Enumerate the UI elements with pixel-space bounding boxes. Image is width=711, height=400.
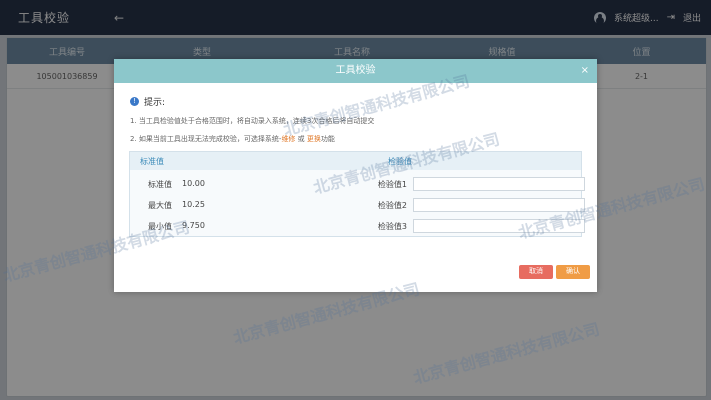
modal-title: 工具校验 [335, 65, 376, 76]
note-2: 2. 如果当前工具出现无法完成校验，可选择系统-维修 或 更换功能 [130, 134, 581, 144]
note-2-mid: 或 [295, 135, 307, 143]
notice-section: ! 提示: 1. 当工具检验值处于合格范围时，将自动录入系统，连续3次合格后将自… [114, 83, 597, 144]
check-input-3[interactable] [413, 219, 585, 233]
max-value: 10.25 [182, 200, 205, 209]
notice-heading: ! 提示: [130, 95, 581, 108]
min-value: 9.750 [182, 221, 205, 230]
replace-link[interactable]: 更换 [307, 135, 321, 143]
standard-header: 标准值 [140, 156, 164, 166]
check-row-1: 检验值1 [375, 177, 585, 191]
note-1: 1. 当工具检验值处于合格范围时，将自动录入系统，连续3次合格后将自动提交 [130, 117, 375, 125]
max-label: 最大值 [148, 201, 172, 210]
check-input-1[interactable] [413, 177, 585, 191]
check-row-2: 检验值2 [375, 198, 585, 212]
check-input-2[interactable] [413, 198, 585, 212]
max-row: 最大值 10.25 [140, 200, 205, 211]
standard-row: 标准值 10.00 [140, 179, 205, 190]
close-icon[interactable]: × [581, 59, 589, 83]
check-label-2: 检验值2 [377, 200, 407, 210]
standard-value: 10.00 [182, 179, 205, 188]
min-row: 最小值 9.750 [140, 221, 205, 232]
cancel-button[interactable]: 取消 [519, 265, 553, 279]
standard-label: 标准值 [148, 180, 172, 189]
compare-header: 标准值 检验值 [130, 152, 581, 170]
min-label: 最小值 [148, 222, 172, 231]
repair-link[interactable]: 维修 [281, 135, 295, 143]
check-header: 检验值 [388, 156, 412, 166]
note-2-prefix: 2. 如果当前工具出现无法完成校验，可选择系统- [130, 135, 282, 143]
compare-panel: 标准值 检验值 标准值 10.00 最大值 10.25 最小值 9.750 检验… [129, 151, 585, 237]
note-2-suffix: 功能 [320, 135, 335, 143]
modal-header: 工具校验 × [114, 59, 597, 83]
tool-check-modal: 工具校验 × ! 提示: 1. 当工具检验值处于合格范围时，将自动录入系统，连续… [114, 59, 597, 292]
notice-title: 提示: [144, 98, 166, 108]
check-label-3: 检验值3 [377, 221, 407, 231]
check-label-1: 检验值1 [377, 179, 407, 189]
info-icon: ! [130, 97, 139, 106]
check-row-3: 检验值3 [375, 219, 585, 233]
confirm-button[interactable]: 确认 [556, 265, 590, 279]
